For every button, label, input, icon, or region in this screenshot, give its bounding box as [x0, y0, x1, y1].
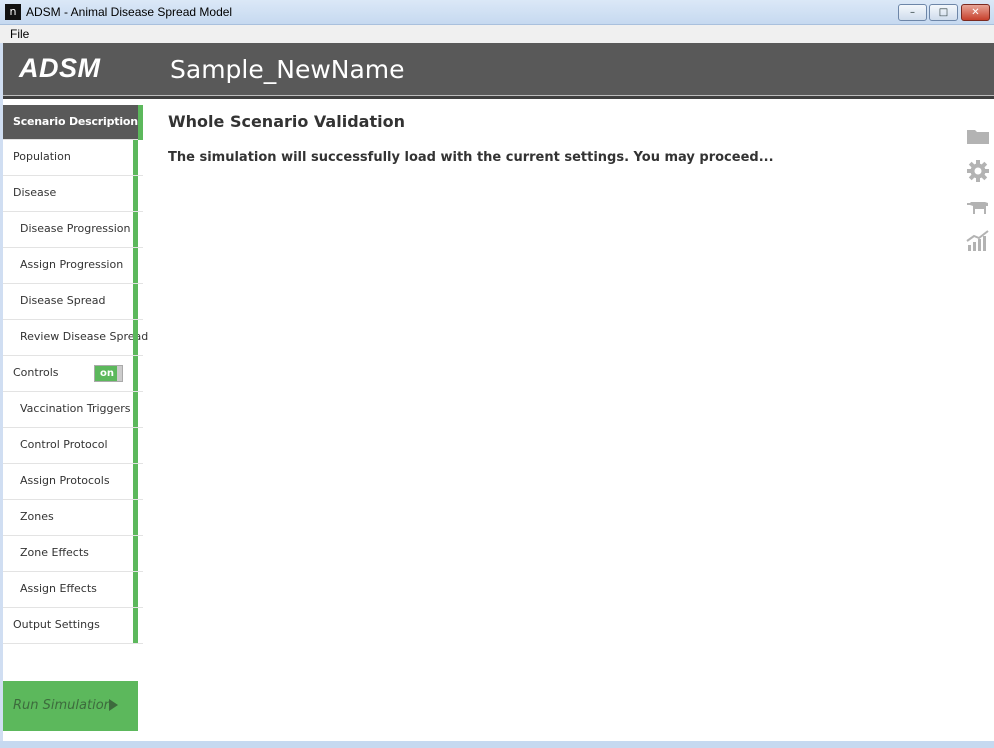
scenario-name: Sample_NewName	[170, 55, 405, 84]
sidebar-item-label: Vaccination Triggers	[20, 402, 131, 415]
sidebar-item-vaccination-triggers[interactable]: Vaccination Triggers	[3, 392, 143, 428]
sidebar-item-control-protocol[interactable]: Control Protocol	[3, 428, 143, 464]
status-bar	[133, 212, 138, 247]
sidebar-item-label: Zone Effects	[20, 546, 89, 559]
validation-message: The simulation will successfully load wi…	[168, 150, 774, 165]
status-bar	[133, 284, 138, 319]
sidebar: Scenario Description Population Disease …	[3, 105, 148, 644]
chart-icon[interactable]	[966, 230, 990, 252]
app-header: ADSM Sample_NewName	[3, 43, 994, 95]
folder-icon[interactable]	[966, 125, 990, 147]
status-bar	[133, 320, 138, 355]
window-title: ADSM - Animal Disease Spread Model	[26, 5, 233, 19]
sidebar-item-label: Scenario Description	[13, 115, 138, 128]
sidebar-item-controls[interactable]: Controls on	[3, 356, 143, 392]
sidebar-item-zone-effects[interactable]: Zone Effects	[3, 536, 143, 572]
status-bar	[133, 176, 138, 211]
menu-bar: File	[0, 25, 994, 43]
status-bar	[138, 105, 143, 140]
sidebar-item-assign-effects[interactable]: Assign Effects	[3, 572, 143, 608]
run-simulation-button[interactable]: Run Simulation	[3, 681, 138, 731]
status-bar	[133, 428, 138, 463]
status-bar	[133, 536, 138, 571]
app-icon: n	[5, 4, 21, 20]
sidebar-item-label: Review Disease Spread	[20, 330, 149, 343]
sidebar-item-zones[interactable]: Zones	[3, 500, 143, 536]
close-button[interactable]: ✕	[961, 4, 990, 21]
status-bar	[133, 356, 138, 391]
sidebar-item-disease-progression[interactable]: Disease Progression	[3, 212, 143, 248]
sidebar-item-label: Control Protocol	[20, 438, 108, 451]
window-titlebar: n ADSM - Animal Disease Spread Model – □…	[0, 0, 994, 25]
toggle-knob	[117, 366, 122, 381]
status-bar	[133, 392, 138, 427]
toggle-label: on	[100, 368, 114, 379]
sidebar-item-label: Assign Progression	[20, 258, 124, 271]
status-bar	[133, 500, 138, 535]
sidebar-item-label: Assign Protocols	[20, 474, 110, 487]
page-title: Whole Scenario Validation	[168, 112, 405, 131]
status-bar	[133, 608, 138, 643]
sidebar-item-label: Output Settings	[13, 618, 100, 631]
cow-icon[interactable]	[966, 196, 990, 218]
minimize-button[interactable]: –	[898, 4, 927, 21]
sidebar-item-label: Disease Spread	[20, 294, 106, 307]
sidebar-item-label: Zones	[20, 510, 54, 523]
maximize-button[interactable]: □	[929, 4, 958, 21]
sidebar-item-disease-spread[interactable]: Disease Spread	[3, 284, 143, 320]
sidebar-item-label: Population	[13, 150, 71, 163]
sidebar-item-label: Controls	[13, 366, 59, 379]
gear-icon[interactable]	[966, 160, 990, 182]
header-divider	[3, 95, 994, 99]
status-bar	[133, 572, 138, 607]
status-bar	[133, 248, 138, 283]
status-bar	[133, 464, 138, 499]
menu-file[interactable]: File	[10, 27, 29, 41]
sidebar-item-review-disease-spread[interactable]: Review Disease Spread	[3, 320, 148, 356]
sidebar-item-population[interactable]: Population	[3, 140, 143, 176]
sidebar-item-output-settings[interactable]: Output Settings	[3, 608, 143, 644]
play-icon	[109, 699, 118, 711]
app-logo: ADSM	[19, 53, 101, 83]
sidebar-item-scenario-description[interactable]: Scenario Description	[3, 105, 143, 140]
status-bar	[133, 140, 138, 175]
sidebar-item-disease[interactable]: Disease	[3, 176, 143, 212]
sidebar-item-assign-progression[interactable]: Assign Progression	[3, 248, 143, 284]
sidebar-item-label: Disease Progression	[20, 222, 131, 235]
sidebar-item-assign-protocols[interactable]: Assign Protocols	[3, 464, 143, 500]
window-bottom-edge	[0, 741, 994, 748]
sidebar-item-label: Assign Effects	[20, 582, 97, 595]
sidebar-item-label: Disease	[13, 186, 57, 199]
run-simulation-label: Run Simulation	[13, 698, 112, 713]
controls-toggle[interactable]: on	[94, 365, 123, 382]
